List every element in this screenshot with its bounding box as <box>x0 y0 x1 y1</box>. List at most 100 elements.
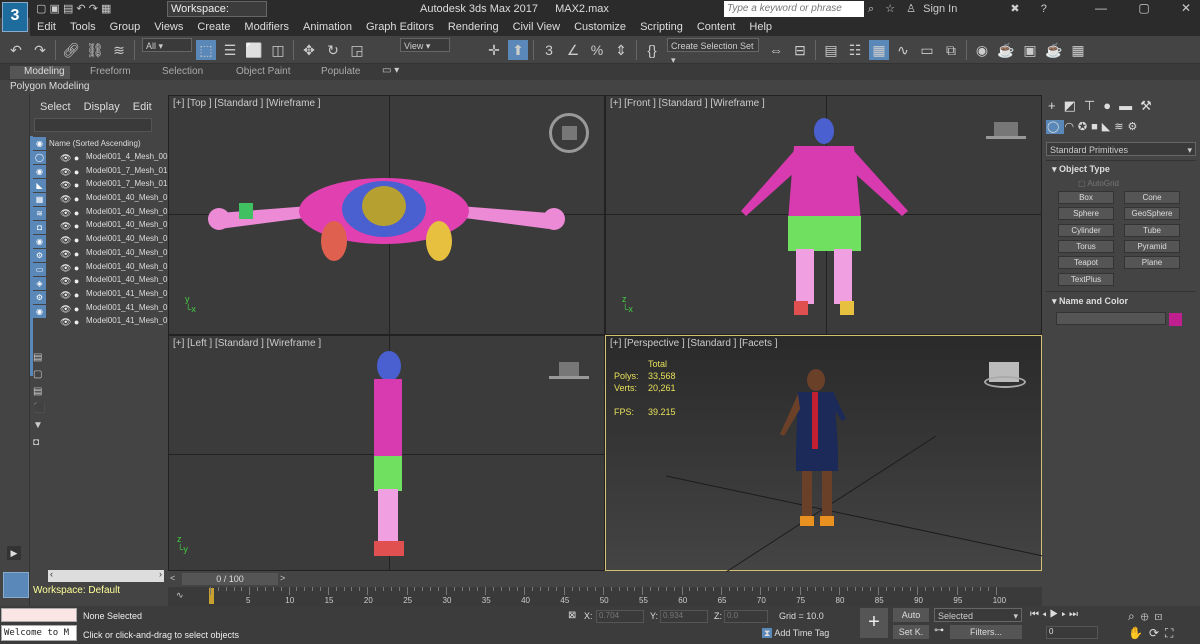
maxscript-output[interactable]: Welcome to M <box>1 625 77 641</box>
z-coordinate[interactable]: 0.0 <box>724 610 768 623</box>
select-object-icon[interactable]: ⬚ <box>196 40 216 60</box>
menu-customize[interactable]: Customize <box>567 18 633 36</box>
visibility-icon[interactable]: 👁︎ ● <box>60 263 79 274</box>
viewport-perspective[interactable]: [+] [Perspective ] [Standard ] [Facets ]… <box>605 335 1043 572</box>
exchange-icon[interactable]: ✖ <box>1010 3 1019 15</box>
orbit-icon[interactable]: ⟳ <box>1149 626 1165 640</box>
scene-list-item[interactable]: 👁︎ ● Model001_7_Mesh_01 <box>30 179 168 193</box>
hierarchy-tab-icon[interactable]: ⊤ <box>1084 98 1103 113</box>
visibility-icon[interactable]: 👁︎ ● <box>60 276 79 287</box>
app-logo[interactable]: 3 <box>2 2 28 32</box>
minimize-icon[interactable]: — <box>1095 1 1107 15</box>
scene-list-item[interactable]: 👁︎ ● Model001_40_Mesh_0 <box>30 207 168 221</box>
tube-button[interactable]: Tube <box>1124 223 1180 237</box>
object-name-input[interactable] <box>1056 312 1166 325</box>
dope-sheet-icon[interactable]: ▭ <box>917 40 937 60</box>
cone-button[interactable]: Cone <box>1124 191 1180 204</box>
reference-coordinate[interactable]: View ▾ <box>400 38 450 52</box>
lights-icon[interactable]: ✪ <box>1078 121 1091 133</box>
menu-content[interactable]: Content <box>690 18 743 36</box>
spinner-snap-icon[interactable]: ⇕ <box>611 40 631 60</box>
undo-icon[interactable]: ↶ <box>6 40 26 60</box>
pan-icon[interactable]: ✋ <box>1128 626 1149 640</box>
set-key-icon[interactable]: + <box>860 608 888 638</box>
display-tab-icon[interactable]: ▬ <box>1119 98 1140 113</box>
viewport-front[interactable]: [+] [Front ] [Standard ] [Wireframe ] z └… <box>605 95 1042 335</box>
scene-list-item[interactable]: 👁︎ ● Model001_41_Mesh_0 <box>30 289 168 303</box>
motion-tab-icon[interactable]: ● <box>1103 98 1119 113</box>
play-icon[interactable]: ▶ <box>1050 609 1062 620</box>
visibility-icon[interactable]: 👁︎ ● <box>60 194 79 205</box>
menu-views[interactable]: Views <box>147 18 190 36</box>
material-editor-icon[interactable]: ◉ <box>972 40 992 60</box>
zoom-extents-icon[interactable]: ⊡ <box>1155 609 1169 623</box>
redo-icon[interactable]: ↷ <box>30 40 50 60</box>
prev-key-icon[interactable]: ◂ <box>1042 609 1050 620</box>
render-setup-icon[interactable]: ☕ <box>996 40 1016 60</box>
shapes-icon[interactable]: ◠ <box>1064 121 1078 133</box>
curve-editor-mini-icon[interactable]: ∿ <box>176 590 184 601</box>
user-icon[interactable]: ♙ <box>906 3 916 15</box>
mirror-icon[interactable]: ⇔ <box>766 40 786 60</box>
redo-icon[interactable]: ↷ <box>89 3 98 15</box>
tab-object-paint[interactable]: Object Paint <box>236 66 290 77</box>
rect-selection-icon[interactable]: ⬜ <box>244 40 264 60</box>
autogrid-checkbox[interactable]: ▢ AutoGrid <box>1078 179 1119 188</box>
search-icon[interactable]: ⌕ <box>868 3 874 15</box>
scene-list-item[interactable]: 👁︎ ● Model001_4_Mesh_00 <box>30 152 168 166</box>
scene-list-item[interactable]: 👁︎ ● Model001_40_Mesh_0 <box>30 234 168 248</box>
torus-button[interactable]: Torus <box>1058 239 1114 253</box>
ribbon-panel-title[interactable]: Polygon Modeling <box>10 81 90 92</box>
cameras-icon[interactable]: ■ <box>1091 121 1102 133</box>
cylinder-button[interactable]: Cylinder <box>1058 223 1114 237</box>
menu-civil-view[interactable]: Civil View <box>506 18 567 36</box>
pivot-icon[interactable]: ✛ <box>484 40 504 60</box>
selection-filter[interactable]: All ▾ <box>142 38 192 52</box>
box-button[interactable]: Box <box>1058 191 1114 204</box>
menu-modifiers[interactable]: Modifiers <box>237 18 296 36</box>
geometry-filter-icon[interactable]: ◉ <box>33 137 46 150</box>
time-slider[interactable]: < 0 / 100 > <box>168 572 1042 586</box>
save-icon[interactable]: ▤ <box>63 3 73 15</box>
visibility-icon[interactable]: 👁︎ ● <box>60 304 79 315</box>
play-icon[interactable]: ▶ <box>7 546 21 560</box>
sign-in-link[interactable]: Sign In <box>923 3 957 15</box>
y-coordinate[interactable]: 0.934 <box>660 610 708 623</box>
tab-display[interactable]: Display <box>84 101 120 113</box>
viewport-top[interactable]: [+] [Top ] [Standard ] [Wireframe ] y └x <box>168 95 605 335</box>
curve-editor-icon[interactable]: ∿ <box>893 40 913 60</box>
auto-key-button[interactable]: Auto <box>893 608 929 622</box>
workspace-select[interactable]: Workspace: Default ▾ <box>167 1 267 29</box>
scene-list-item[interactable]: 👁︎ ● Model001_40_Mesh_0 <box>30 262 168 276</box>
menu-rendering[interactable]: Rendering <box>441 18 506 36</box>
named-selection-icon[interactable]: {} <box>642 40 662 60</box>
manipulate-icon[interactable]: ⬆ <box>508 40 528 60</box>
helpers-icon[interactable]: ◣ <box>1102 121 1114 133</box>
visibility-icon[interactable]: 👁︎ ● <box>60 249 79 260</box>
scene-list-item[interactable]: 👁︎ ● Model001_40_Mesh_0 <box>30 193 168 207</box>
unlink-icon[interactable]: ⛓︎ <box>85 40 105 60</box>
key-filter-icon[interactable]: ⊶ <box>934 625 944 636</box>
sphere-button[interactable]: Sphere <box>1058 207 1114 221</box>
named-selection-sets[interactable]: Create Selection Set ▾ <box>667 38 759 65</box>
modify-tab-icon[interactable]: ◩ <box>1064 98 1084 113</box>
scale-icon[interactable]: ◲ <box>347 40 367 60</box>
zoom-icon[interactable]: ⌕ <box>1128 609 1141 623</box>
tab-selection[interactable]: Selection <box>162 66 203 77</box>
angle-snap-icon[interactable]: ∠ <box>563 40 583 60</box>
scene-list-item[interactable]: 👁︎ ● Model001_40_Mesh_0 <box>30 220 168 234</box>
visibility-icon[interactable]: 👁︎ ● <box>60 235 79 246</box>
favorites-icon[interactable]: ☆ <box>885 3 895 15</box>
menu-create[interactable]: Create <box>190 18 237 36</box>
viewport-top-label[interactable]: [+] [Top ] [Standard ] [Wireframe ] <box>173 98 321 109</box>
tab-edit[interactable]: Edit <box>133 101 152 113</box>
sort-header[interactable]: Name (Sorted Ascending) <box>49 139 141 148</box>
ribbon-toggle-icon[interactable]: ▦ <box>869 40 889 60</box>
scene-list-item[interactable]: 👁︎ ● Model001_41_Mesh_0 <box>30 303 168 317</box>
viewport-left[interactable]: [+] [Left ] [Standard ] [Wireframe ] z └y <box>168 335 605 571</box>
visibility-icon[interactable]: 👁︎ ● <box>60 290 79 301</box>
menu-animation[interactable]: Animation <box>296 18 359 36</box>
object-type-rollout[interactable]: ▾ Object Type <box>1052 164 1110 175</box>
percent-snap-icon[interactable]: % <box>587 40 607 60</box>
x-coordinate[interactable]: 0.704 <box>596 610 644 623</box>
